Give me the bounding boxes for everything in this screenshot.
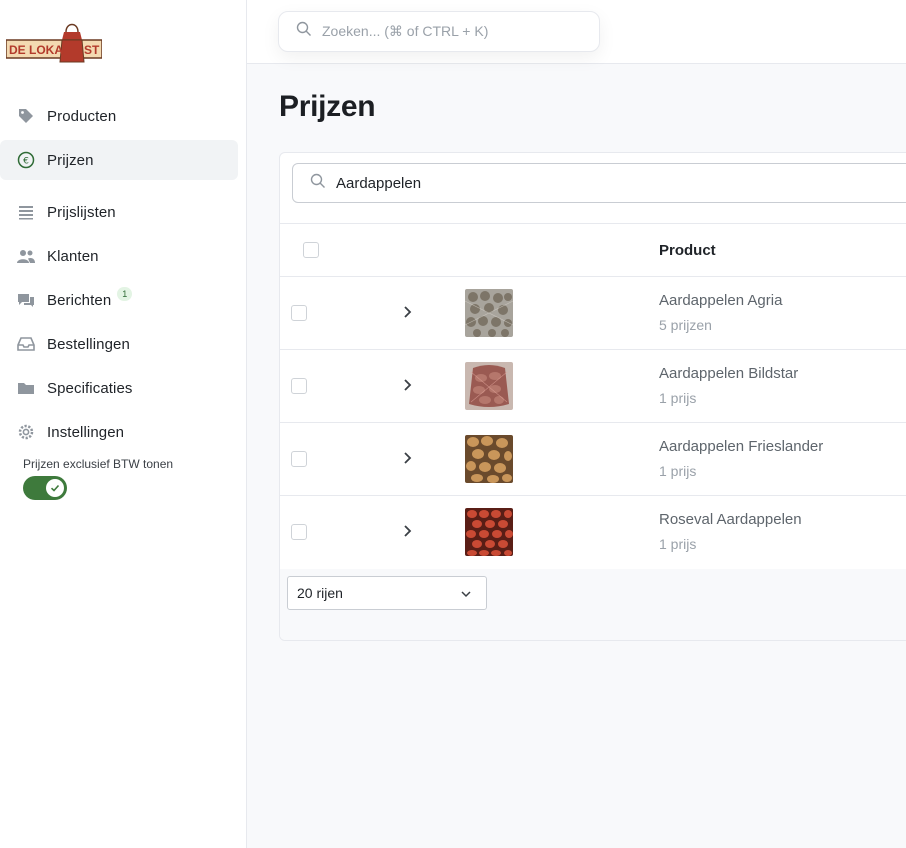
table-search-value: Aardappelen xyxy=(336,174,422,192)
table-row[interactable]: Aardappelen Agria 5 prijzen xyxy=(280,277,906,350)
svg-text:ST: ST xyxy=(84,43,100,57)
logo[interactable]: DE LOKAL ST xyxy=(6,18,102,64)
chevron-right-icon[interactable] xyxy=(401,524,415,538)
product-thumbnail xyxy=(465,289,513,337)
tag-icon xyxy=(16,106,36,126)
sidebar-item-label: Bestellingen xyxy=(47,335,130,353)
euro-icon: € xyxy=(16,150,36,170)
chevron-right-icon[interactable] xyxy=(401,451,415,465)
sidebar-item-prijslijsten[interactable]: Prijslijsten xyxy=(0,192,238,232)
rows-per-page-select[interactable]: 20 rijen xyxy=(287,576,487,610)
sidebar-item-berichten[interactable]: Berichten 1 xyxy=(0,280,238,320)
table-footer: 20 rijen xyxy=(280,569,906,640)
check-icon xyxy=(46,479,64,497)
select-all-checkbox[interactable] xyxy=(303,242,319,258)
product-name[interactable]: Aardappelen Frieslander xyxy=(659,438,823,455)
search-icon xyxy=(310,173,326,194)
sidebar-item-label: Producten xyxy=(47,107,117,125)
sidebar-item-prijzen[interactable]: € Prijzen xyxy=(0,140,238,180)
sidebar-item-label: Prijzen xyxy=(47,151,94,169)
product-thumbnail xyxy=(465,508,513,556)
global-search-input[interactable]: Zoeken... (⌘ of CTRL + K) xyxy=(278,11,600,52)
inbox-icon xyxy=(16,334,36,354)
row-checkbox[interactable] xyxy=(291,378,307,394)
product-name[interactable]: Roseval Aardappelen xyxy=(659,511,802,528)
table-row[interactable]: Aardappelen Frieslander 1 prijs xyxy=(280,423,906,496)
sidebar-item-bestellingen[interactable]: Bestellingen xyxy=(0,324,238,364)
row-checkbox[interactable] xyxy=(291,451,307,467)
folder-icon xyxy=(16,378,36,398)
prices-table-card: Aardappelen Product Aardappelen Agria 5 … xyxy=(279,152,906,641)
table-row[interactable]: Aardappelen Bildstar 1 prijs xyxy=(280,350,906,423)
search-icon xyxy=(296,21,312,42)
sidebar-item-specificaties[interactable]: Specificaties xyxy=(0,368,238,408)
btw-toggle-label: Prijzen exclusief BTW tonen xyxy=(23,457,174,471)
users-icon xyxy=(16,246,36,266)
price-count: 1 prijs xyxy=(659,536,697,552)
unread-badge: 1 xyxy=(117,287,133,301)
sidebar-item-klanten[interactable]: Klanten xyxy=(0,236,238,276)
rows-per-page-value: 20 rijen xyxy=(297,585,343,601)
sidebar-item-label: Instellingen xyxy=(47,423,125,441)
product-name[interactable]: Aardappelen Bildstar xyxy=(659,365,798,382)
sidebar-item-label: Berichten xyxy=(47,291,112,309)
svg-text:DE LOKAL: DE LOKAL xyxy=(9,43,70,57)
chevron-down-icon xyxy=(461,591,471,598)
btw-toggle[interactable] xyxy=(23,476,67,500)
sidebar: DE LOKAL ST Producten € Prijzen Prijslij… xyxy=(0,0,247,848)
price-count: 1 prijs xyxy=(659,390,697,406)
row-checkbox[interactable] xyxy=(291,305,307,321)
price-count: 1 prijs xyxy=(659,463,697,479)
list-icon xyxy=(16,202,36,222)
table-header: Product xyxy=(280,223,906,277)
chevron-right-icon[interactable] xyxy=(401,305,415,319)
row-checkbox[interactable] xyxy=(291,524,307,540)
table-search-input[interactable]: Aardappelen xyxy=(292,163,906,203)
sidebar-item-label: Klanten xyxy=(47,247,99,265)
page-title: Prijzen xyxy=(279,90,376,123)
gear-icon xyxy=(16,422,36,442)
sidebar-item-producten[interactable]: Producten xyxy=(0,96,238,136)
product-thumbnail xyxy=(465,362,513,410)
svg-text:€: € xyxy=(23,157,29,167)
table-row[interactable]: Roseval Aardappelen 1 prijs xyxy=(280,496,906,569)
sidebar-item-instellingen[interactable]: Instellingen xyxy=(0,412,238,452)
topbar: Zoeken... (⌘ of CTRL + K) xyxy=(247,0,906,64)
product-name[interactable]: Aardappelen Agria xyxy=(659,292,782,309)
sidebar-item-label: Specificaties xyxy=(47,379,133,397)
product-thumbnail xyxy=(465,435,513,483)
sidebar-item-label: Prijslijsten xyxy=(47,203,116,221)
chevron-right-icon[interactable] xyxy=(401,378,415,392)
chat-icon xyxy=(16,290,36,310)
price-count: 5 prijzen xyxy=(659,317,712,333)
global-search-placeholder: Zoeken... (⌘ of CTRL + K) xyxy=(322,23,489,39)
column-header-product: Product xyxy=(659,242,716,259)
